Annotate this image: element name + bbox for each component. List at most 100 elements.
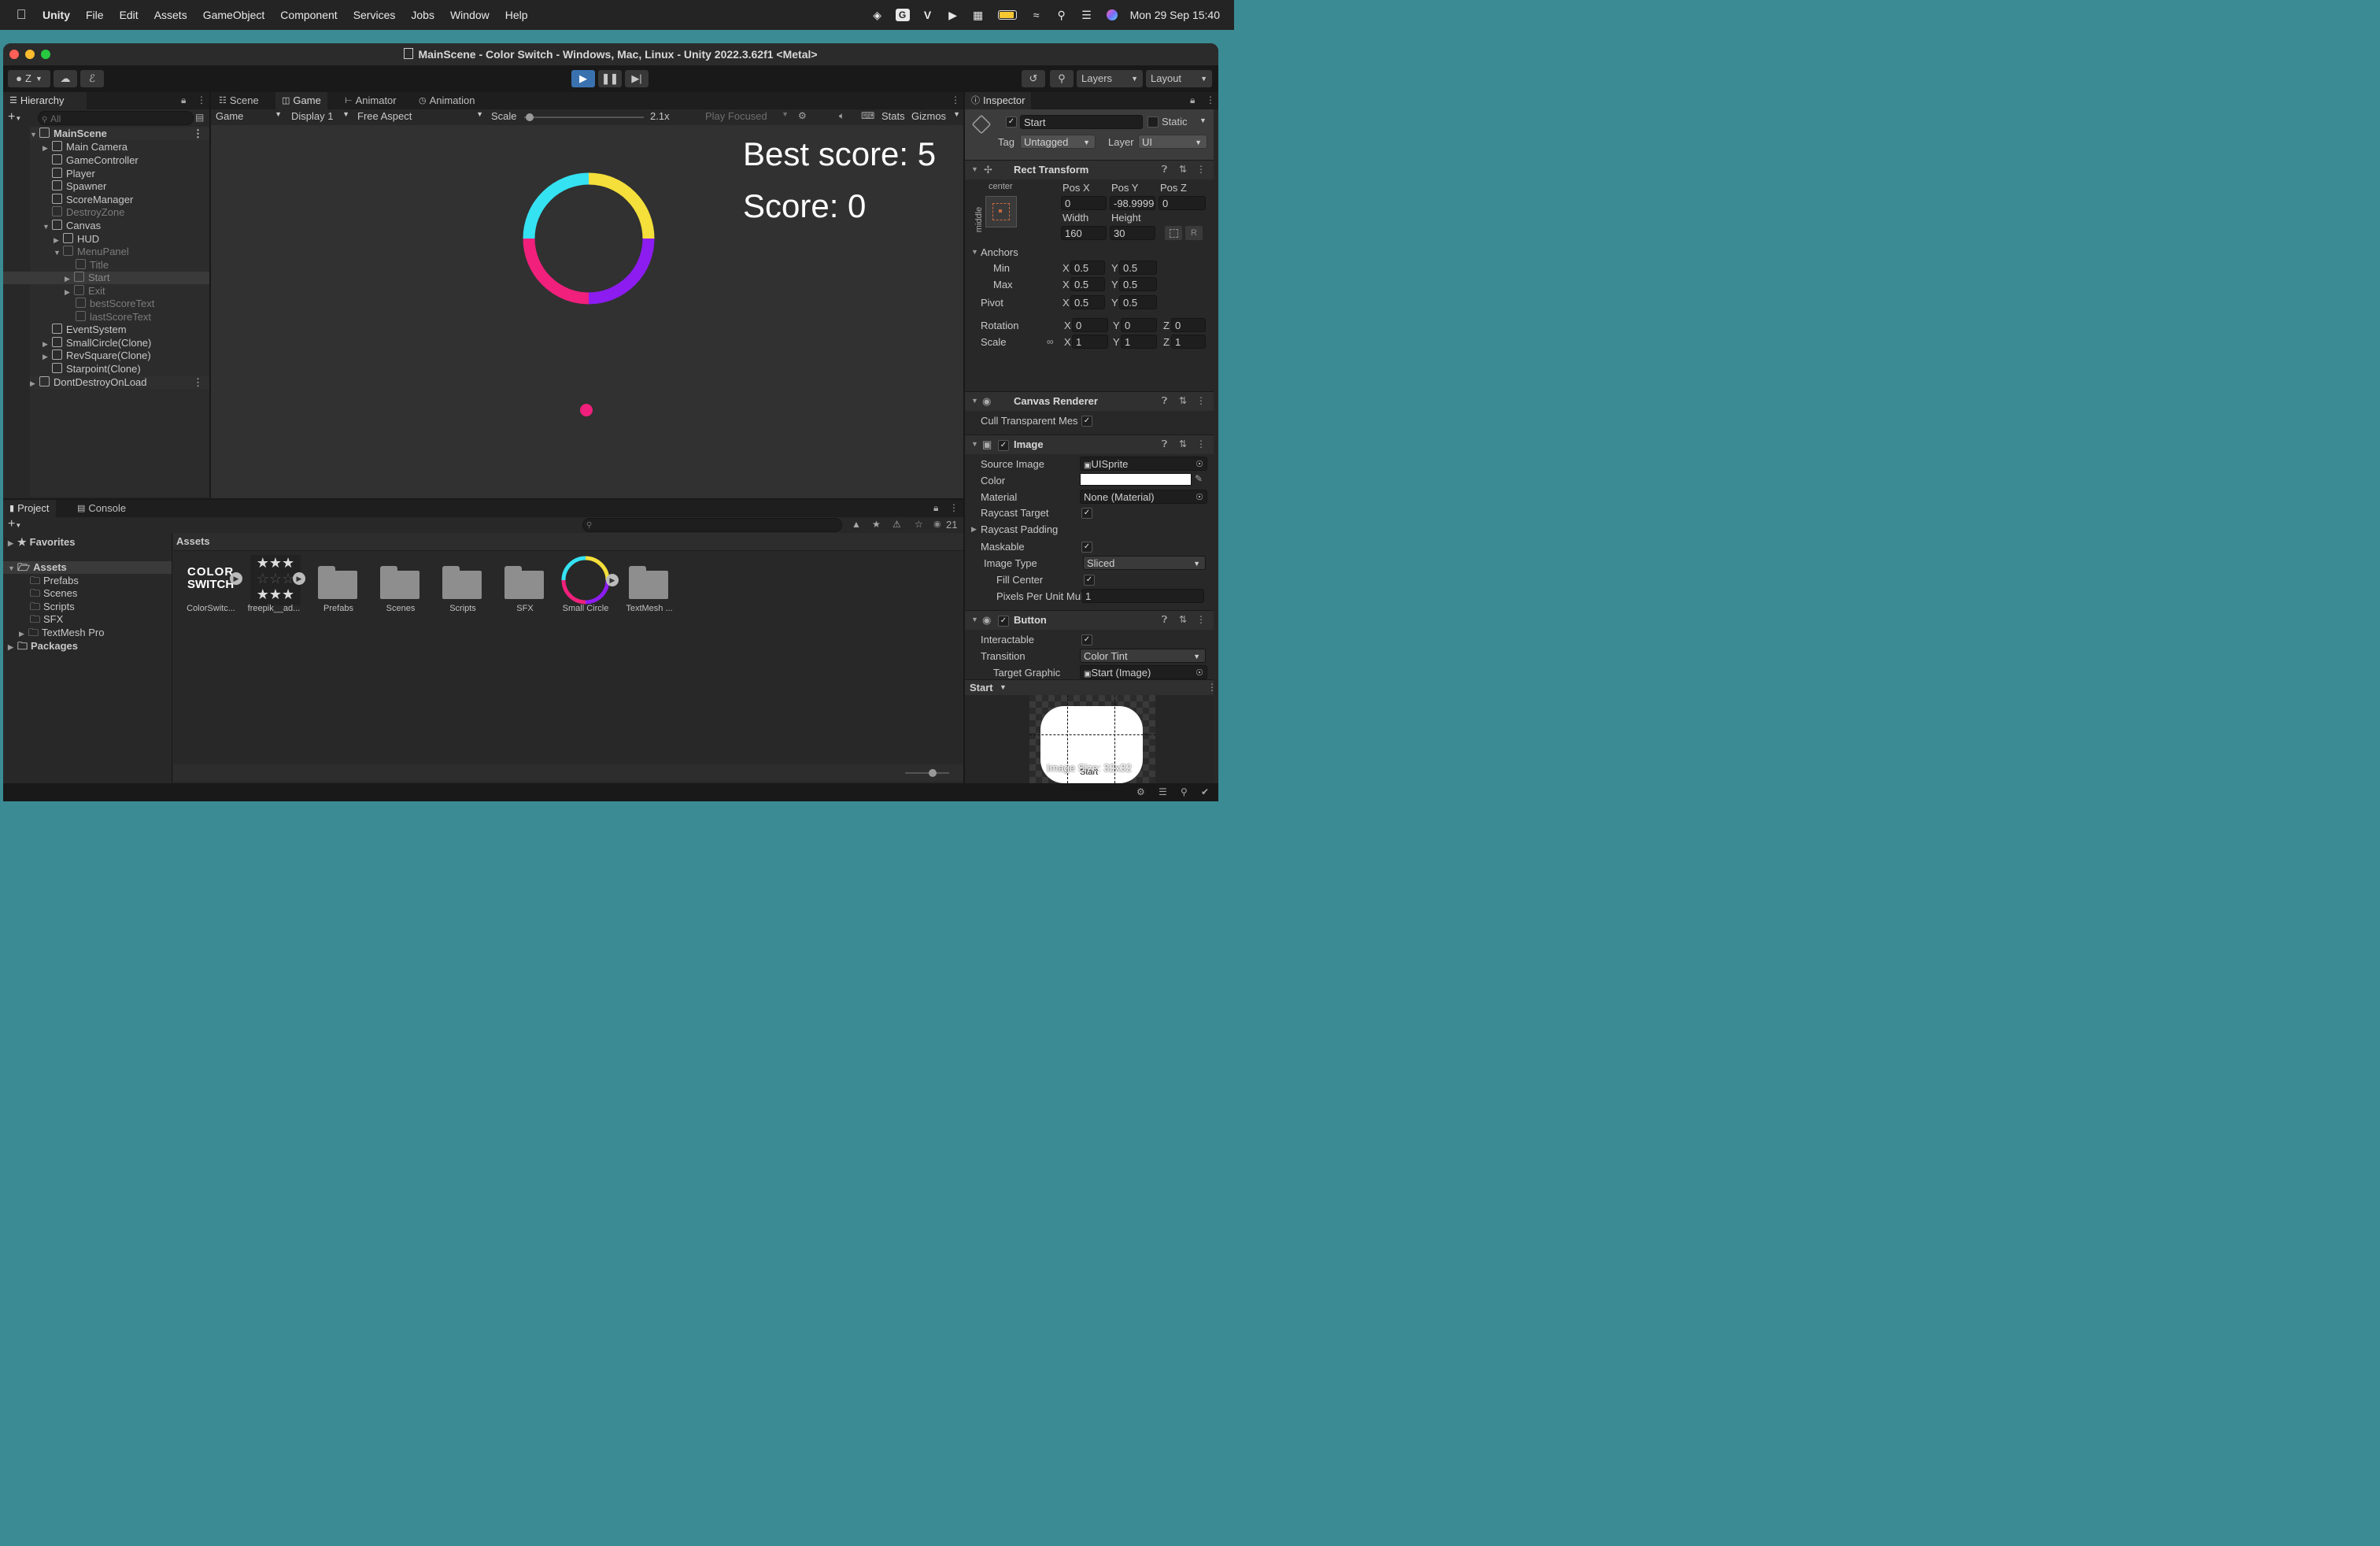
maskable-checkbox[interactable]: ✓ [1081,542,1092,553]
image-header[interactable]: ▼ ▣ ✓ Image ❓︎ ⇅ ⋮ [965,435,1214,454]
apple-icon[interactable]:  [14,7,28,22]
maximize-window-button[interactable] [41,50,50,59]
aspect-dropdown[interactable]: Free Aspect ▼ [357,110,483,122]
vpn-icon[interactable]: V [921,9,935,21]
close-window-button[interactable] [9,50,19,59]
object-picker-icon[interactable]: ☉ [1196,666,1203,680]
width-field[interactable]: 160 [1061,226,1107,240]
more-options-icon[interactable]: ⋮ [1196,438,1206,449]
hierarchy-item-canvas[interactable]: ▼ Canvas [42,220,101,232]
display-dropdown[interactable]: Display 1 ▼ [291,110,349,122]
lock-icon[interactable]: 🔒︎ [181,94,186,106]
tab-game[interactable]: ◫ Game [275,92,327,109]
pos-y-field[interactable]: -98.9999 [1110,196,1155,210]
asset-folder-scripts[interactable]: Scripts [437,557,500,620]
project-tree-item-scenes[interactable]: 🗀︎ Scenes [30,587,77,600]
tab-inspector[interactable]: ⓘ Inspector [965,92,1032,109]
assets-breadcrumb[interactable]: Assets [176,535,210,547]
pos-z-field[interactable]: 0 [1159,196,1206,210]
raycast-target-checkbox[interactable]: ✓ [1081,508,1092,519]
object-picker-icon[interactable]: ☉ [1196,457,1203,472]
game-mode-dropdown[interactable]: Game ▼ [216,110,282,122]
project-tree-item-prefabs[interactable]: 🗀︎ Prefabs [30,575,79,587]
hierarchy-item-bestscoretext[interactable]: bestScoreText [76,298,154,310]
help-icon[interactable]: ❓︎ [1162,438,1167,450]
project-tree-item-packages[interactable]: ▶ 🗀︎ Packages [8,640,78,653]
more-options-icon[interactable]: ⋮ [1206,94,1215,105]
foldout-arrow-icon[interactable]: ▼ [971,248,978,256]
help-icon[interactable]: ❓︎ [1162,164,1167,176]
asset-freepik-audio[interactable]: ★★★ ☆☆☆ ★★★ ▶ freepik__ad... [248,555,312,620]
asset-folder-scenes[interactable]: Scenes [375,557,438,620]
gizmos-dropdown[interactable]: Gizmos ▼ [911,110,960,122]
preset-icon[interactable]: ⇅ [1179,164,1187,175]
hierarchy-item-exit[interactable]: ▶ Exit [65,285,105,298]
battery-icon[interactable] [996,9,1018,21]
tab-hierarchy[interactable]: ☰ Hierarchy [3,92,87,109]
scale-z-field[interactable]: 1 [1171,335,1206,349]
control-center-icon[interactable]: ☰ [1080,9,1094,21]
project-tree-item-textmesh-pro[interactable]: ▶ 🗀︎ TextMesh Pro [19,627,105,639]
cull-transparent-checkbox[interactable]: ✓ [1081,416,1092,427]
step-button[interactable]: ▶| [625,70,649,87]
preset-icon[interactable]: ⇅ [1179,614,1187,625]
height-field[interactable]: 30 [1110,226,1155,240]
lock-icon[interactable]: 🔒︎ [1190,94,1195,106]
pivot-y-field[interactable]: 0.5 [1119,295,1157,309]
anchor-presets-button[interactable] [985,196,1017,227]
tab-scene[interactable]: ☷ Scene [213,92,265,109]
tab-animation[interactable]: ◷ Animation [412,92,481,109]
menubar-clock[interactable]: Mon 29 Sep 15:40 [1130,9,1220,21]
menu-jobs[interactable]: Jobs [411,9,434,21]
target-graphic-field[interactable]: ▣Start (Image) ☉ [1080,665,1207,679]
more-options-icon[interactable]: ⋮ [193,128,203,140]
play-preview-icon[interactable]: ▶ [606,574,619,586]
favorite-star-icon[interactable]: ☆ [915,519,923,530]
hierarchy-item-title[interactable]: Title [76,259,109,272]
help-icon[interactable]: ❓︎ [1162,395,1167,407]
pos-x-field[interactable]: 0 [1061,196,1107,210]
transition-dropdown[interactable]: Color Tint ▼ [1080,649,1206,663]
tag-dropdown[interactable]: Untagged ▼ [1020,135,1096,149]
layout-dropdown[interactable]: Layout ▼ [1146,70,1212,87]
hierarchy-item-spawner[interactable]: Spawner [52,180,106,193]
menu-window[interactable]: Window [450,9,490,21]
anchor-min-y-field[interactable]: 0.5 [1119,261,1157,275]
anchor-max-y-field[interactable]: 0.5 [1119,277,1157,291]
project-tree-item-assets[interactable]: ▼ 🗁︎ Assets [3,561,172,574]
active-checkbox[interactable]: ✓ [1006,117,1017,128]
more-options-icon[interactable]: ⋮ [949,502,959,513]
icon-size-slider-thumb[interactable] [929,769,937,777]
hierarchy-item-smallcircle[interactable]: ▶ SmallCircle(Clone) [42,337,151,350]
object-name-input[interactable]: Start [1020,115,1143,129]
stats-button[interactable]: Stats [881,110,905,122]
menu-edit[interactable]: Edit [120,9,139,21]
project-search-input[interactable]: ⚲ [582,518,842,532]
play-preview-icon[interactable]: ▶ [230,572,242,585]
preset-icon[interactable]: ⇅ [1179,438,1187,449]
hierarchy-item-scoremanager[interactable]: ScoreManager [52,194,133,206]
more-options-icon[interactable]: ⋮ [197,94,206,105]
preset-icon[interactable]: ⇅ [1179,395,1187,406]
hierarchy-item-mainscene[interactable]: ▼ MainScene ⋮ [30,128,209,140]
audio-mute-icon[interactable]: 🔈︎ [839,110,844,122]
material-field[interactable]: None (Material) ☉ [1080,490,1207,504]
scale-y-field[interactable]: 1 [1121,335,1157,349]
cloud-button[interactable]: ☁ [54,70,77,87]
help-icon[interactable]: ❓︎ [1162,614,1167,626]
chevron-down-icon[interactable]: ▼ [1199,117,1207,124]
spotlight-search-icon[interactable]: ⚲ [1055,9,1069,21]
color-swatch[interactable] [1080,473,1192,486]
network-icon[interactable]: ⚲ [1181,786,1188,797]
button-enabled-checkbox[interactable]: ✓ [998,616,1009,627]
version-control-button[interactable]: ℰ [80,70,104,87]
menu-file[interactable]: File [86,9,104,21]
more-options-icon[interactable]: ⋮ [951,94,960,105]
more-options-icon[interactable]: ⋮ [1207,682,1217,693]
grammarly-icon[interactable]: G [895,9,910,21]
image-type-dropdown[interactable]: Sliced ▼ [1083,556,1206,570]
asset-colorswitch-audio[interactable]: COLOR SWITCH ▶ ColorSwitc... [186,557,249,620]
menu-assets[interactable]: Assets [154,9,187,21]
account-dropdown[interactable]: ● Z ▼ [8,70,50,87]
search-by-type-icon[interactable]: ▲ [852,519,861,530]
